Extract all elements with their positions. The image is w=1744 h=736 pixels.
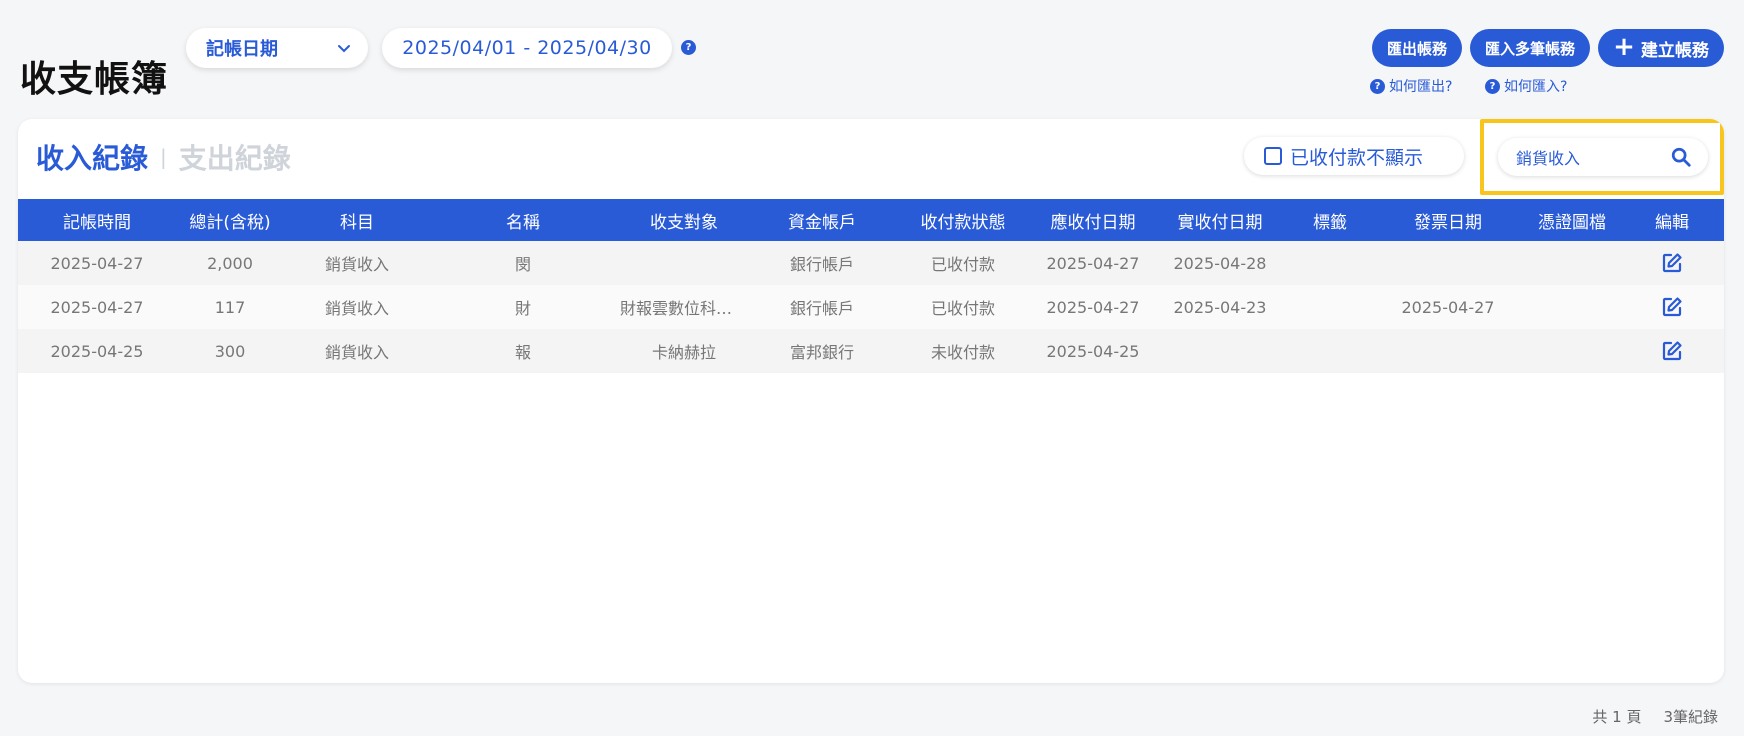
date-range-picker[interactable]: 2025/04/01 - 2025/04/30	[382, 28, 672, 68]
import-multiple-button[interactable]: 匯入多筆帳務	[1470, 29, 1590, 67]
table-cell: 銀行帳戶	[789, 299, 854, 318]
pagination-footer: 共 1 頁 3筆紀錄	[1592, 706, 1718, 727]
edit-icon[interactable]	[1660, 339, 1684, 363]
table-cell: 財報雲數位科技股份有限公司	[620, 299, 752, 318]
record-count: 3筆紀錄	[1663, 708, 1718, 726]
search-input[interactable]	[1516, 147, 1656, 167]
tab-separator: |	[160, 145, 167, 169]
hide-paid-toggle[interactable]: 已收付款不顯示	[1244, 137, 1464, 175]
table-cell: 銀行帳戶	[789, 255, 854, 274]
table-cell: 已收付款	[930, 255, 995, 274]
table-cell	[616, 241, 752, 285]
table-cell: 未收付款	[930, 343, 995, 362]
column-header: 發票日期	[1414, 212, 1482, 233]
help-icon: ?	[1485, 78, 1500, 94]
table-cell	[1524, 241, 1620, 285]
column-header: 憑證圖檔	[1538, 212, 1606, 233]
page-count: 共 1 頁	[1592, 708, 1642, 726]
column-header: 標籤	[1313, 212, 1347, 233]
table-cell	[1288, 241, 1372, 285]
edit-cell	[1620, 329, 1724, 373]
table-cell	[1524, 329, 1620, 373]
table-cell: 已收付款	[930, 299, 995, 318]
table-row[interactable]: 2025-04-25 300 銷貨收入 報 卡納赫拉 富邦銀行 未收付款 2025-04-25	[18, 329, 1724, 373]
how-to-export-label: 如何匯出?	[1389, 79, 1453, 95]
table-cell: 2025-04-28	[1173, 253, 1267, 273]
table-cell: 2025-04-23	[1173, 297, 1267, 317]
table-cell: 富邦銀行	[789, 343, 854, 362]
table-cell	[1152, 329, 1288, 373]
table-cell: 銷貨收入	[324, 343, 389, 362]
table-cell: 銷貨收入	[324, 255, 389, 274]
column-header: 應收付日期	[1050, 212, 1136, 233]
plus-icon: +	[1613, 31, 1635, 62]
hide-paid-label: 已收付款不顯示	[1290, 146, 1424, 169]
table-cell	[1524, 285, 1620, 329]
table-row[interactable]: 2025-04-27 117 銷貨收入 財 財報雲數位科技股份有限公司 銀行帳戶 已收付款 2…	[18, 285, 1724, 329]
table-cell: 117	[214, 297, 246, 317]
date-type-dropdown[interactable]: 記帳日期	[186, 28, 368, 68]
table-cell: 2025-04-25	[50, 341, 144, 361]
how-to-import-link[interactable]: ? 如何匯入?	[1485, 76, 1567, 96]
table-cell: 300	[214, 341, 246, 361]
edit-cell	[1620, 241, 1724, 285]
help-icon[interactable]: ?	[681, 40, 696, 55]
tab-expense[interactable]: 支出紀錄	[179, 137, 291, 177]
table-cell	[1372, 241, 1524, 285]
table-cell: 2025-04-27	[50, 297, 144, 317]
create-entry-button[interactable]: + 建立帳務	[1598, 29, 1724, 67]
table-cell: 2025-04-27	[50, 253, 144, 273]
search-icon[interactable]	[1670, 146, 1692, 168]
table-cell: 財	[514, 299, 531, 318]
column-header: 記帳時間	[63, 212, 131, 233]
column-header: 資金帳戶	[788, 212, 856, 233]
edit-cell	[1620, 285, 1724, 329]
search-field[interactable]	[1498, 138, 1708, 176]
table-cell	[1288, 329, 1372, 373]
how-to-export-link[interactable]: ? 如何匯出?	[1370, 76, 1452, 96]
table-cell: 2025-04-27	[1046, 253, 1140, 273]
ledger-card: 收入紀錄 | 支出紀錄 已收付款不顯示 記帳時間 總計(含稅) 科目 名稱 收支對象 資金…	[18, 119, 1724, 683]
edit-icon[interactable]	[1660, 295, 1684, 319]
ledger-table: 記帳時間 總計(含稅) 科目 名稱 收支對象 資金帳戶 收付款狀態 應收付日期 實收付日期 標籤 發…	[18, 199, 1724, 373]
column-header: 名稱	[506, 212, 540, 233]
table-cell: 閔	[514, 255, 531, 274]
export-button[interactable]: 匯出帳務	[1372, 29, 1462, 67]
table-header-row: 記帳時間 總計(含稅) 科目 名稱 收支對象 資金帳戶 收付款狀態 應收付日期 實收付日期 標籤 發…	[18, 199, 1724, 241]
column-header: 編輯	[1655, 212, 1689, 233]
column-header: 科目	[340, 212, 374, 233]
page-title: 收支帳簿	[20, 59, 169, 100]
column-header: 總計(含稅)	[189, 212, 271, 233]
table-cell: 2,000	[207, 253, 253, 273]
column-header: 收付款狀態	[920, 212, 1006, 233]
record-tabs: 收入紀錄 | 支出紀錄	[36, 137, 291, 177]
column-header: 實收付日期	[1177, 212, 1263, 233]
table-row[interactable]: 2025-04-27 2,000 銷貨收入 閔 銀行帳戶 已收付款 2025-04-27 20…	[18, 241, 1724, 285]
table-cell: 銷貨收入	[324, 299, 389, 318]
table-cell	[1288, 285, 1372, 329]
table-cell: 卡納赫拉	[651, 343, 716, 362]
column-header: 收支對象	[650, 212, 718, 233]
table-cell: 2025-04-27	[1401, 297, 1495, 317]
edit-icon[interactable]	[1660, 251, 1684, 275]
table-cell	[1372, 329, 1524, 373]
how-to-import-label: 如何匯入?	[1504, 79, 1568, 95]
tab-income[interactable]: 收入紀錄	[36, 137, 148, 177]
table-cell: 報	[514, 343, 531, 362]
search-highlight	[1480, 119, 1724, 195]
table-cell: 2025-04-25	[1046, 341, 1140, 361]
table-cell: 2025-04-27	[1046, 297, 1140, 317]
hide-paid-checkbox[interactable]	[1264, 147, 1282, 165]
help-icon: ?	[1370, 78, 1385, 94]
chevron-down-icon	[338, 45, 350, 53]
date-type-label: 記帳日期	[206, 39, 278, 60]
create-entry-label: 建立帳務	[1640, 40, 1709, 61]
date-range-value: 2025/04/01 - 2025/04/30	[402, 37, 652, 59]
